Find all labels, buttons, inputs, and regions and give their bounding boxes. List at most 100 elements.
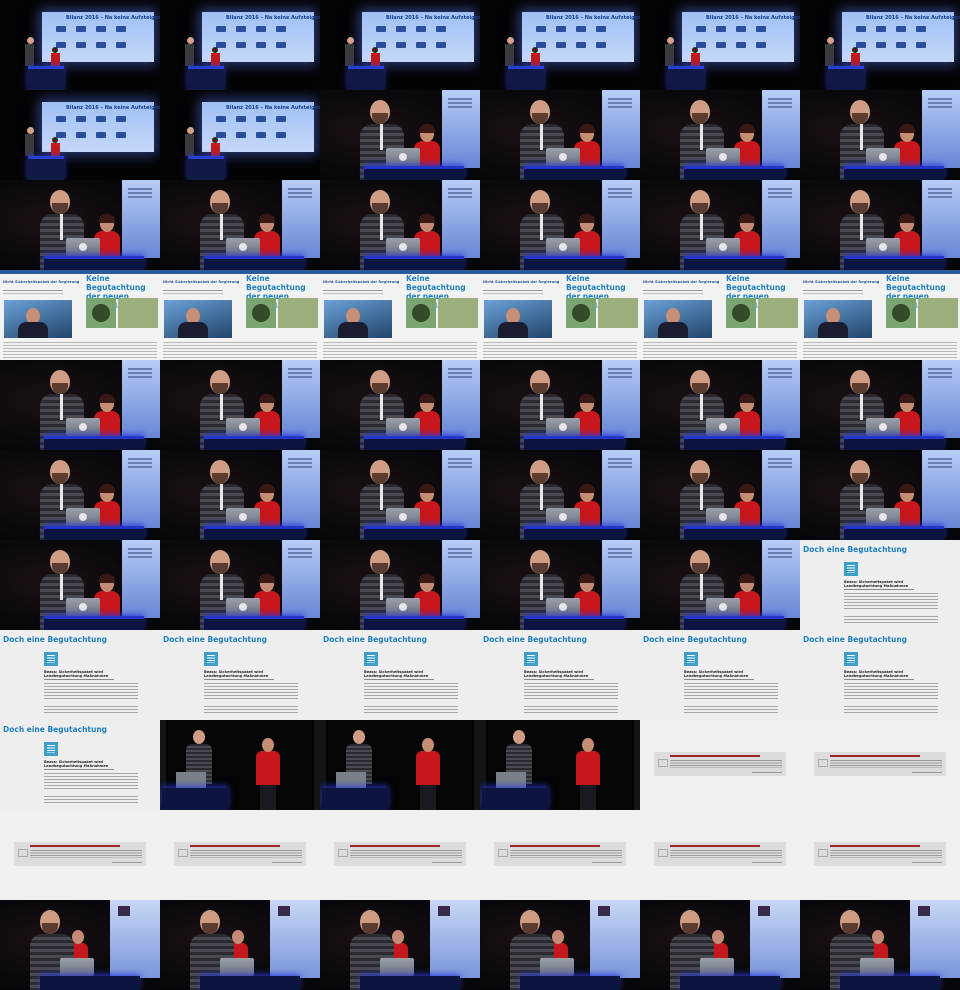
quote-icon <box>658 849 668 857</box>
paragraph <box>844 593 938 611</box>
beard <box>212 203 228 214</box>
laptop <box>706 508 740 526</box>
hair <box>899 214 915 223</box>
speaker-male <box>185 127 194 157</box>
quote-icon <box>818 849 828 857</box>
video-frame: Keine Begutachtung der neuen Vorschläge…… <box>800 270 960 360</box>
screen-title: Bilanz 2016 – Na keine Aufsteiger <box>546 15 640 21</box>
beard <box>852 113 868 124</box>
laptop <box>866 418 900 436</box>
body <box>665 44 674 66</box>
speaker-male <box>25 37 34 67</box>
lectern <box>508 66 544 90</box>
slide-title: Doch eine Begutachtung <box>3 725 108 734</box>
slide-text <box>608 548 632 550</box>
hair <box>259 214 275 223</box>
lectern <box>28 66 64 90</box>
projection-edge <box>442 180 480 258</box>
hair <box>579 574 595 583</box>
projection-edge <box>762 360 800 438</box>
slide-icon <box>276 42 286 48</box>
lanyard <box>540 394 543 420</box>
slide-icon <box>236 116 246 122</box>
slide-icon <box>716 26 726 32</box>
lectern <box>844 436 944 450</box>
quote-source <box>752 862 782 863</box>
slide-icon <box>76 132 86 138</box>
legs <box>420 785 436 810</box>
video-frame <box>480 90 640 180</box>
video-frame <box>320 360 480 450</box>
lanyard <box>540 214 543 240</box>
document-heading: Bezos: Sicherheitspaket wird Landbegutac… <box>844 580 909 589</box>
quote-icon <box>498 849 508 857</box>
lectern <box>44 526 144 540</box>
info-box <box>118 298 158 328</box>
hair <box>99 484 115 493</box>
lectern <box>684 616 784 630</box>
laptop <box>706 238 740 256</box>
info-box <box>438 298 478 328</box>
logo-icon <box>598 906 610 916</box>
beard <box>372 563 388 574</box>
screen-title: Bilanz 2016 – Na keine Aufsteiger <box>226 105 320 111</box>
video-frame <box>320 720 480 810</box>
lanyard <box>60 484 63 510</box>
laptop <box>66 598 100 616</box>
head <box>422 738 434 752</box>
beard <box>202 923 218 934</box>
lanyard <box>540 574 543 600</box>
quote-box <box>654 752 786 776</box>
video-frame: Doch eine Begutachtung Bezos: Sicherheits… <box>0 630 160 720</box>
video-frame <box>320 540 480 630</box>
slide-icon <box>76 26 86 32</box>
quote-heading <box>510 845 600 847</box>
video-frame <box>640 360 800 450</box>
slide-text <box>608 458 632 460</box>
video-frame <box>0 900 160 990</box>
video-frame: Keine Begutachtung der neuen Vorschläge…… <box>320 270 480 360</box>
slide-icon <box>416 42 426 48</box>
lanyard <box>700 484 703 510</box>
legs <box>580 785 596 810</box>
projection-edge <box>122 450 160 528</box>
video-frame: Keine Begutachtung der neuen Vorschläge…… <box>640 270 800 360</box>
lectern <box>364 526 464 540</box>
slide-icon <box>596 26 606 32</box>
laptop <box>546 508 580 526</box>
lectern <box>204 436 304 450</box>
hair <box>419 574 435 583</box>
slide-icon <box>256 116 266 122</box>
video-frame: Bilanz 2016 – Na keine Aufsteiger <box>640 0 800 90</box>
beard <box>692 563 708 574</box>
slide-icon <box>276 26 286 32</box>
slide-icon <box>256 132 266 138</box>
quote-text <box>350 850 462 858</box>
video-frame <box>160 720 320 810</box>
slide-icon <box>236 132 246 138</box>
video-frame <box>480 810 640 900</box>
quote-text <box>670 850 782 858</box>
slide-text <box>448 548 472 550</box>
lectern <box>524 436 624 450</box>
lanyard <box>860 394 863 420</box>
video-frame: Doch eine Begutachtung Bezos: Sicherheits… <box>0 720 160 810</box>
lectern <box>188 156 224 180</box>
logo-icon <box>918 906 930 916</box>
head <box>506 37 514 44</box>
quote-source <box>432 862 462 863</box>
lectern <box>364 436 464 450</box>
laptop <box>546 238 580 256</box>
document-heading: Bezos: Sicherheitspaket wird Landbegutac… <box>44 670 109 679</box>
info-box <box>598 298 638 328</box>
logo-icon <box>758 906 770 916</box>
quote-box <box>814 752 946 776</box>
slide-text <box>288 548 312 550</box>
lanyard <box>220 394 223 420</box>
beard <box>692 383 708 394</box>
lectern <box>524 166 624 180</box>
quote-heading <box>670 755 760 757</box>
quote-icon <box>178 849 188 857</box>
body <box>505 44 514 66</box>
lectern <box>844 256 944 270</box>
